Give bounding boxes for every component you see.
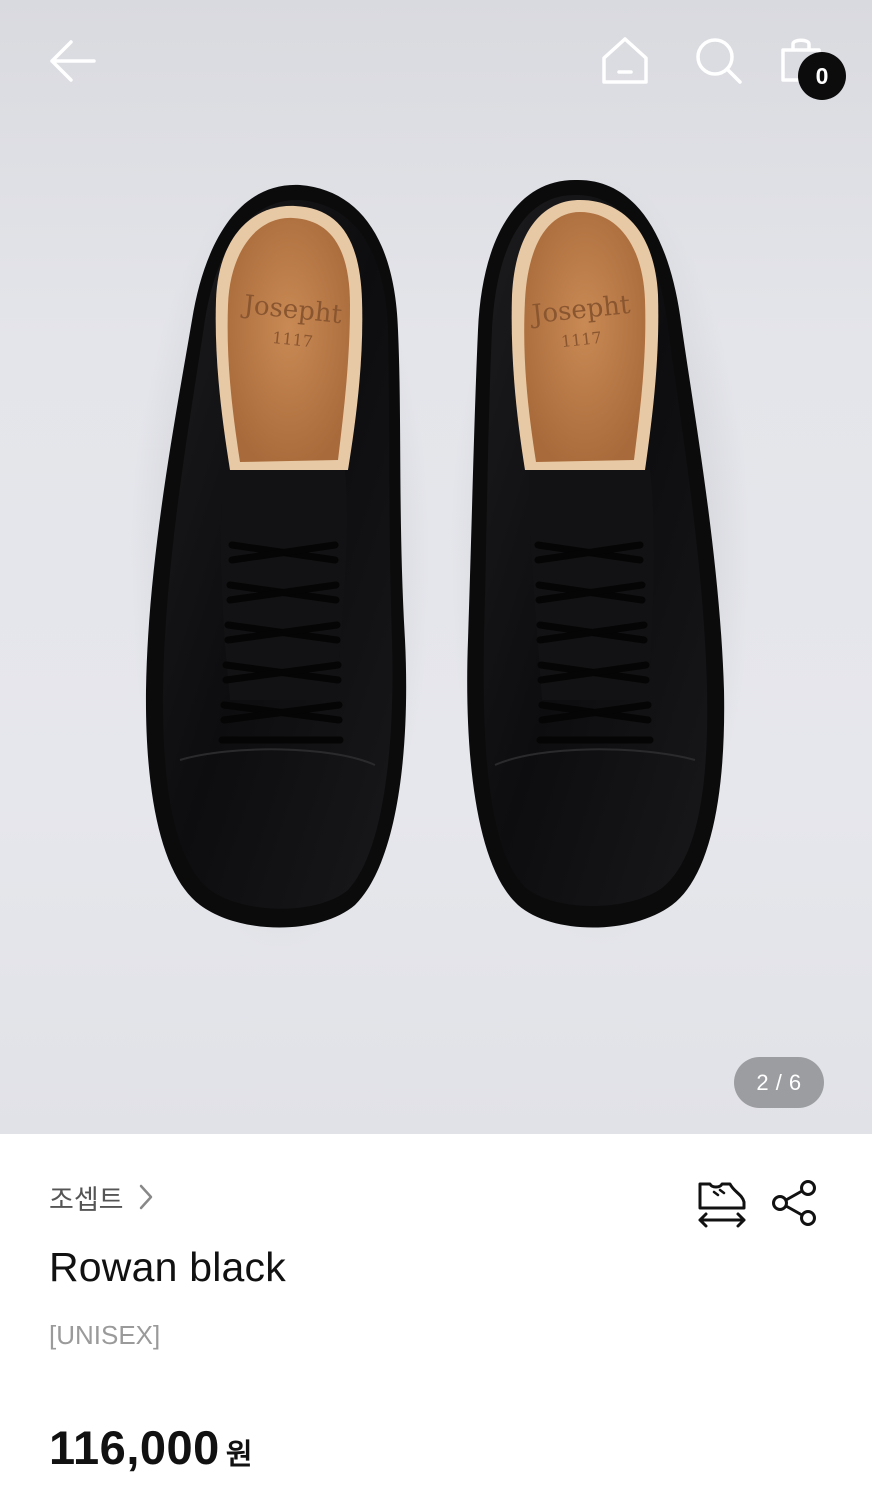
right-shoe: Josepht 1117 [450, 175, 750, 945]
shoes-photo: Josepht 1117 Josepht 1117 [130, 175, 750, 950]
product-detail-page: Josepht 1117 Josepht 1117 0 2 / 6 조셉트 Ro… [0, 0, 872, 1500]
shoe-size-icon[interactable] [694, 1178, 750, 1230]
chevron-right-icon [138, 1183, 154, 1211]
price-value: 116,000 [49, 1421, 220, 1474]
image-counter: 2 / 6 [734, 1057, 824, 1108]
top-navigation-bar: 0 [0, 0, 872, 124]
brand-link[interactable]: 조셉트 [49, 1178, 154, 1216]
product-image[interactable]: Josepht 1117 Josepht 1117 0 2 / 6 [0, 0, 872, 1134]
search-icon[interactable] [690, 32, 748, 90]
price-currency: 원 [225, 1439, 253, 1471]
arrow-left-icon[interactable] [44, 32, 102, 90]
home-icon[interactable] [596, 32, 654, 90]
share-icon[interactable] [770, 1178, 820, 1228]
product-tag: [UNISEX] [49, 1320, 161, 1350]
brand-name: 조셉트 [49, 1184, 124, 1215]
product-info: 조셉트 Rowan black [UNISEX] 116,000 원 [0, 1134, 872, 1500]
product-title: Rowan black [49, 1244, 286, 1290]
product-price: 116,000 원 [49, 1420, 253, 1475]
left-shoe: Josepht 1117 [130, 180, 430, 950]
cart-count-badge[interactable]: 0 [798, 52, 846, 100]
